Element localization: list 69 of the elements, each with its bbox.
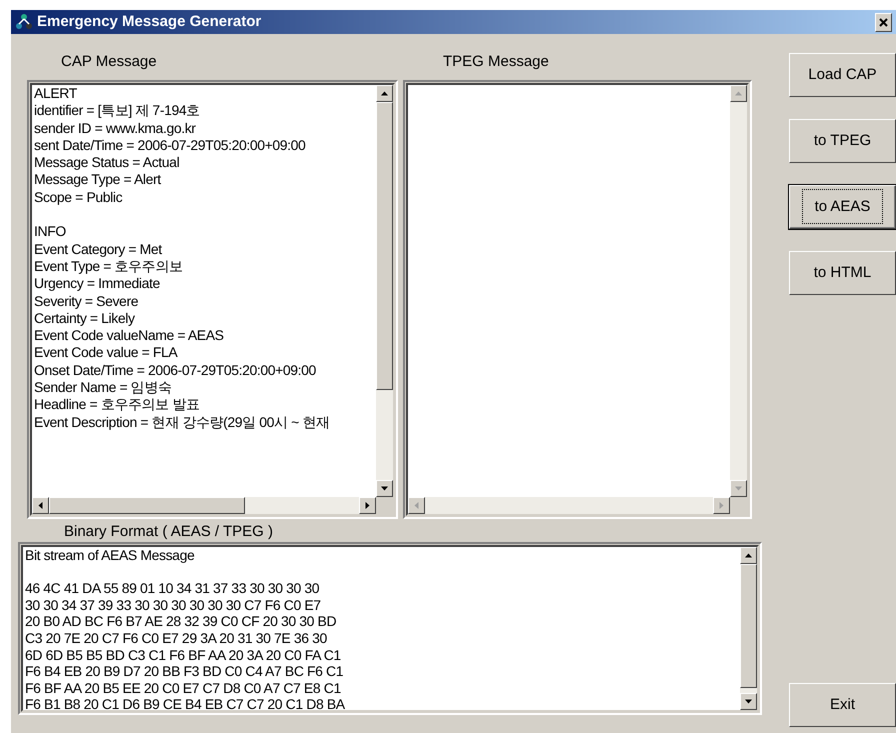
- scroll-left-button[interactable]: [408, 497, 425, 514]
- up-arrow-icon: [381, 90, 388, 97]
- text-line: F6 BF AA 20 B5 EE 20 C0 E7 C7 D8 C0 A7 C7 E8 C1: [25, 680, 342, 696]
- text-line: Scope = Public: [34, 188, 124, 206]
- panel-label: CAP Message: [61, 53, 157, 70]
- left-arrow-icon: [37, 502, 44, 509]
- panel-label: Binary Format ( AEAS / TPEG ): [64, 523, 273, 540]
- text-line: identifier = [특보] 제 7-194호: [34, 102, 201, 120]
- text-line: Event Category = Met: [34, 240, 163, 258]
- text-line: Event Description = 현재 강수량(29일 00시 ~ 현재: [34, 414, 331, 431]
- text-area[interactable]: [30, 83, 395, 516]
- close-icon: [879, 18, 888, 26]
- text-line: Message Type = Alert: [34, 171, 162, 189]
- text-line: sent Date/Time = 2006-07-29T05:20:00+09:00: [34, 136, 306, 154]
- up-arrow-icon: [745, 552, 752, 559]
- left-arrow-icon: [413, 502, 420, 509]
- exit-button[interactable]: Exit: [789, 683, 896, 727]
- up-arrow-icon: [735, 90, 742, 97]
- app-icon: [15, 13, 33, 31]
- text-line: Onset Date/Time = 2006-07-29T05:20:00+09:00: [34, 362, 317, 380]
- text-line: Headline = 호우주의보 발표: [34, 396, 201, 414]
- scroll-up-button[interactable]: [740, 547, 757, 564]
- scroll-right-button[interactable]: [359, 497, 376, 514]
- window-title: Emergency Message Generator: [37, 12, 262, 32]
- action-button[interactable]: to AEAS: [789, 185, 896, 229]
- vertical-scrollbar[interactable]: [376, 85, 393, 497]
- scrollbar-thumb[interactable]: [376, 102, 393, 390]
- text-line: 46 4C 41 DA 55 89 01 10 34 31 37 33 30 30 30 30: [25, 580, 320, 597]
- horizontal-scrollbar[interactable]: [32, 497, 376, 514]
- right-arrow-icon: [364, 502, 371, 509]
- text-line: Severity = Severe: [34, 292, 140, 310]
- text-line: sender ID = www.kma.go.kr: [34, 120, 197, 137]
- down-arrow-icon: [745, 698, 752, 705]
- text-line: Event Code value = FLA: [34, 344, 178, 362]
- text-line: Bit stream of AEAS Message: [25, 547, 196, 564]
- text-area[interactable]: [21, 545, 759, 712]
- text-line: 20 B0 AD BC F6 B7 AE 28 32 39 C0 CF 20 30 30 BD: [25, 613, 338, 630]
- vertical-scrollbar[interactable]: [740, 547, 757, 710]
- text-line: ALERT: [34, 85, 78, 102]
- action-button[interactable]: to HTML: [789, 251, 896, 295]
- scroll-down-button[interactable]: [740, 693, 757, 710]
- down-arrow-icon: [381, 485, 388, 492]
- action-button[interactable]: to TPEG: [789, 119, 896, 163]
- action-button[interactable]: Load CAP: [789, 53, 896, 97]
- text-line: Event Code valueName = AEAS: [34, 327, 225, 344]
- right-arrow-icon: [718, 502, 725, 509]
- panel-label: TPEG Message: [443, 53, 549, 70]
- text-line: Message Status = Actual: [34, 154, 180, 172]
- text-line: Sender Name = 임병숙: [34, 379, 173, 396]
- text-line: INFO: [34, 223, 67, 241]
- text-line: Urgency = Immediate: [34, 275, 161, 293]
- text-line: 30 30 34 37 39 33 30 30 30 30 30 30 C7 F6 C0 E7: [25, 596, 322, 614]
- down-arrow-icon: [735, 485, 742, 492]
- scrollbar-corner: [730, 497, 747, 514]
- scroll-down-button[interactable]: [376, 480, 393, 497]
- text-line: 6D 6D B5 B5 BD C3 C1 F6 BF AA 20 3A 20 C0 FA C1: [25, 646, 342, 664]
- text-line: F6 B4 EB 20 B9 D7 20 BB F3 BD C0 C4 A7 BC F6 C1: [25, 663, 344, 680]
- text-line: C3 20 7E 20 C7 F6 C0 E7 29 3A 20 31 30 7E 36 30: [25, 630, 328, 647]
- scrollbar-thumb[interactable]: [49, 497, 246, 514]
- text-line: F6 B1 B8 20 C1 D6 B9 CE B4 EB C7 C7 20 C1 D8 BA: [25, 696, 346, 710]
- text-line: Certainty = Likely: [34, 310, 136, 328]
- scrollbar-thumb[interactable]: [740, 564, 757, 688]
- scrollbar-corner: [376, 497, 393, 514]
- text-line: Event Type = 호우주의보: [34, 258, 184, 276]
- horizontal-scrollbar[interactable]: [408, 497, 730, 514]
- scroll-up-button[interactable]: [376, 85, 393, 102]
- close-button[interactable]: [875, 12, 892, 32]
- scroll-left-button[interactable]: [32, 497, 49, 514]
- scroll-right-button[interactable]: [713, 497, 730, 514]
